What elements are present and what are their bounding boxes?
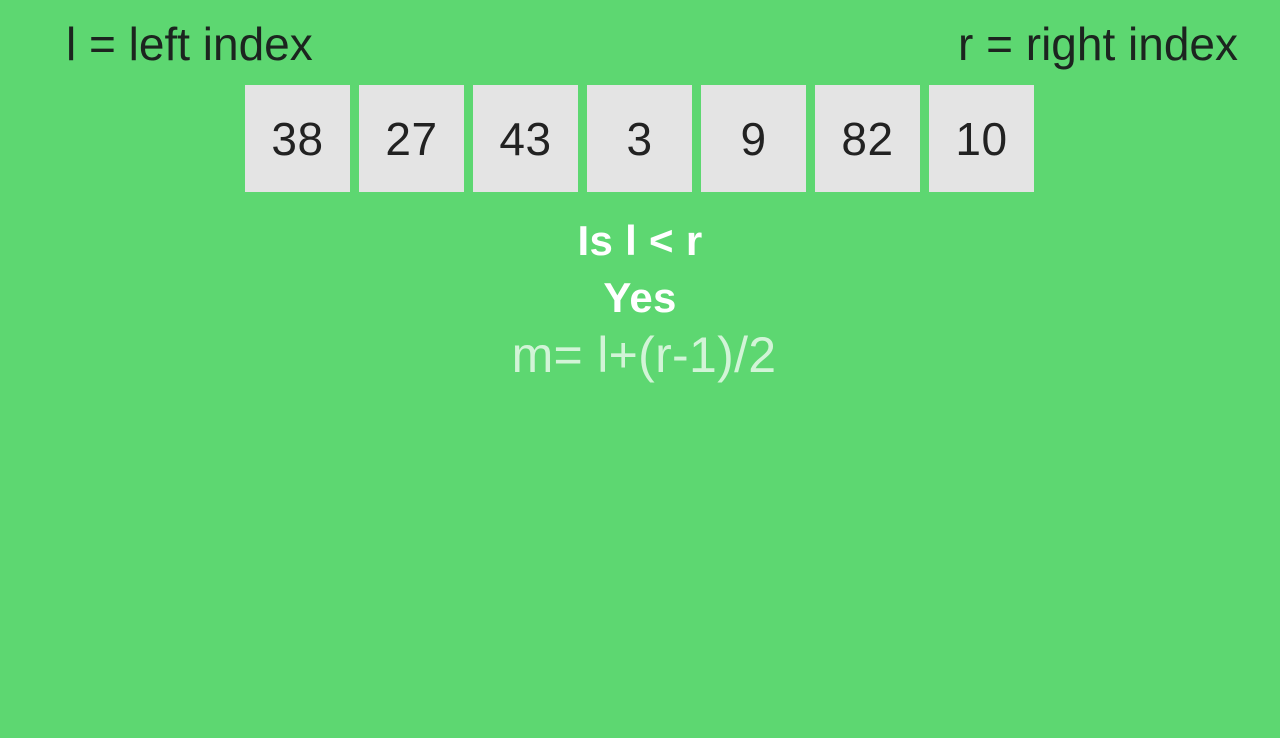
- legend-left-index: l = left index: [66, 18, 313, 70]
- array-cell: 3: [587, 85, 692, 192]
- step-condition-text: Is l < r: [577, 217, 703, 264]
- array-cell: 27: [359, 85, 464, 192]
- array-row: 38 27 43 3 9 82 10: [245, 85, 1034, 192]
- index-legend: l = left index r = right index: [0, 14, 1280, 74]
- array-cell: 82: [815, 85, 920, 192]
- array-cell: 43: [473, 85, 578, 192]
- slide-canvas: l = left index r = right index 38 27 43 …: [0, 0, 1280, 738]
- array-cell-value: 27: [385, 112, 438, 165]
- array-cell-value: 38: [271, 112, 324, 165]
- step-formula-text: m= l+(r-1)/2: [511, 327, 777, 383]
- array-cell: 9: [701, 85, 806, 192]
- array-cell-value: 3: [626, 112, 653, 165]
- step-answer-text: Yes: [603, 274, 677, 321]
- array-cell-value: 43: [499, 112, 552, 165]
- array-cell-value: 82: [841, 112, 894, 165]
- array-cell-value: 10: [955, 112, 1008, 165]
- legend-right-index: r = right index: [958, 18, 1238, 70]
- array-cell: 10: [929, 85, 1034, 192]
- array-cell-value: 9: [740, 112, 767, 165]
- array-cell: 38: [245, 85, 350, 192]
- step-annotations: Is l < r Yes m= l+(r-1)/2: [0, 212, 1280, 384]
